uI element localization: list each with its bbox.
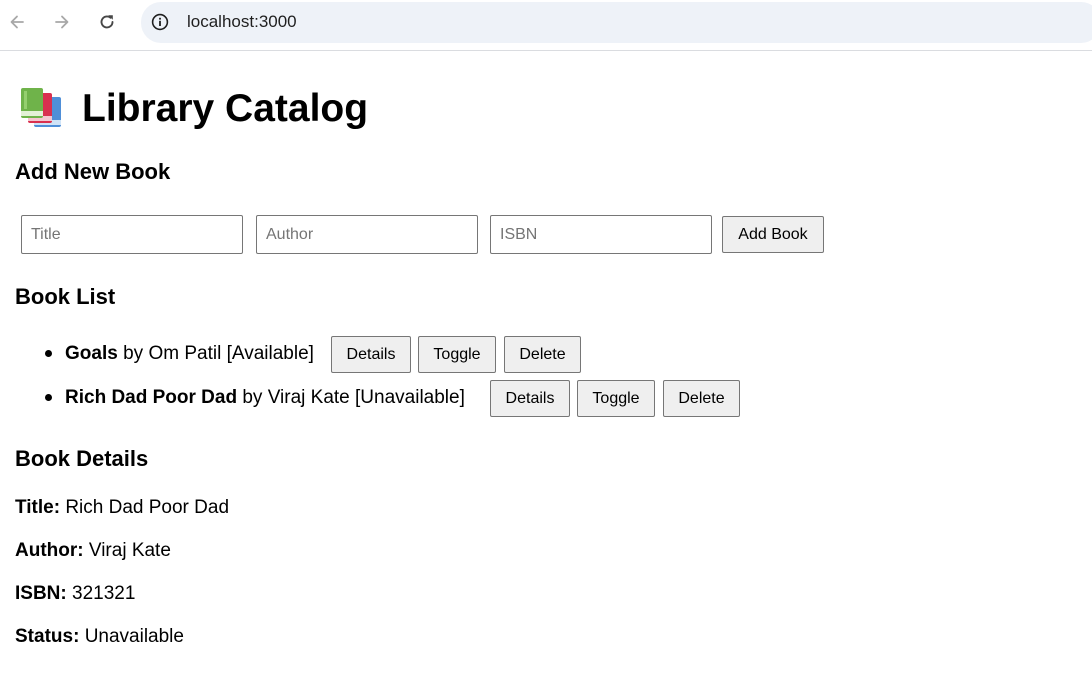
page-header: Library Catalog [19,87,368,129]
book-entry-text: Rich Dad Poor Dad by Viraj Kate [Unavail… [65,387,465,409]
book-status: [Unavailable] [355,387,465,408]
detail-title-value: Rich Dad Poor Dad [65,497,230,518]
detail-status: Status: Unavailable [15,626,184,648]
detail-isbn-label: ISBN: [15,583,67,604]
detail-author-label: Author: [15,540,84,561]
book-by: by [242,387,263,408]
book-author: Om Patil [148,343,222,364]
detail-title-label: Title: [15,497,61,518]
toggle-button[interactable]: Toggle [418,336,496,373]
detail-isbn-value: 321321 [72,583,136,604]
details-button[interactable]: Details [331,336,411,373]
info-circle-icon[interactable] [150,12,170,32]
detail-status-label: Status: [15,626,80,647]
author-input[interactable] [256,215,478,254]
page-title: Library Catalog [82,86,369,130]
arrow-right-icon [52,12,72,32]
books-emoji-icon [19,87,65,129]
bullet-icon [45,394,52,401]
page-content: Library Catalog Add New Book Add Book Bo… [0,52,1092,675]
toggle-button[interactable]: Toggle [577,380,655,417]
book-status: [Available] [226,343,314,364]
forward-button[interactable] [46,6,78,38]
title-input[interactable] [21,215,243,254]
list-item: Goals by Om Patil [Available] Details To… [0,336,1092,380]
book-list: Goals by Om Patil [Available] Details To… [0,336,1092,424]
detail-author: Author: Viraj Kate [15,540,171,562]
book-entry-text: Goals by Om Patil [Available] [65,343,314,365]
delete-button[interactable]: Delete [663,380,740,417]
add-book-heading: Add New Book [15,159,171,184]
address-bar[interactable]: localhost:3000 [141,2,1092,43]
delete-button[interactable]: Delete [504,336,581,373]
detail-status-value: Unavailable [84,626,184,647]
list-item: Rich Dad Poor Dad by Viraj Kate [Unavail… [0,380,1092,424]
book-by: by [123,343,144,364]
browser-toolbar: localhost:3000 [0,0,1092,51]
url-text[interactable]: localhost:3000 [187,12,297,32]
arrow-left-icon [7,12,27,32]
book-list-heading: Book List [15,284,116,309]
add-book-button[interactable]: Add Book [722,216,824,253]
isbn-input[interactable] [490,215,712,254]
details-button[interactable]: Details [490,380,570,417]
reload-icon [97,12,117,32]
detail-author-value: Viraj Kate [88,540,171,561]
reload-button[interactable] [91,6,123,38]
book-author: Viraj Kate [267,387,350,408]
detail-isbn: ISBN: 321321 [15,583,135,605]
book-title: Goals [65,343,118,364]
book-title: Rich Dad Poor Dad [65,387,238,408]
bullet-icon [45,350,52,357]
book-details-heading: Book Details [15,446,149,471]
back-button[interactable] [1,6,33,38]
detail-title: Title: Rich Dad Poor Dad [15,497,229,519]
